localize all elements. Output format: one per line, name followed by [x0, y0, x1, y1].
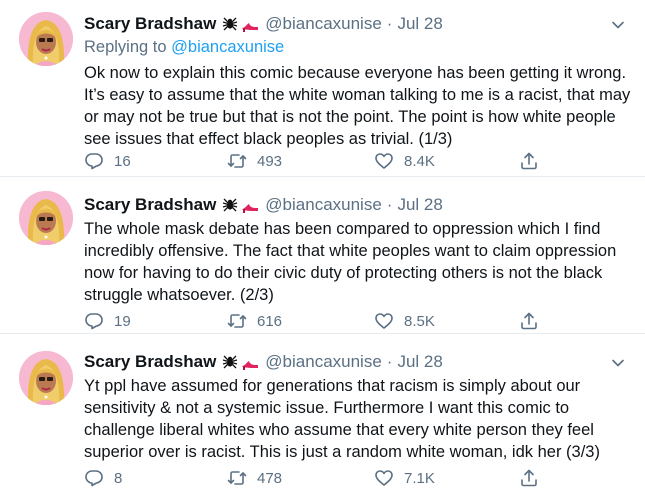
reply-count: 19: [114, 312, 131, 330]
heart-icon: [375, 470, 393, 486]
like-button[interactable]: 8.5K: [374, 311, 435, 331]
reply-button[interactable]: 16: [84, 151, 131, 171]
tweet-actions: 16 493 8.4K: [84, 151, 554, 173]
spider-icon: [223, 355, 238, 369]
spider-icon: [223, 198, 238, 212]
avatar-illustration: [19, 12, 73, 66]
avatar[interactable]: [19, 191, 73, 245]
tweet-actions: 19 616 8.5K: [84, 311, 554, 333]
timestamp[interactable]: Jul 28: [397, 14, 442, 34]
chevron-down-icon[interactable]: [611, 18, 625, 32]
replying-to-label: Replying to: [84, 38, 167, 56]
separator-dot: ·: [386, 352, 393, 371]
like-count: 8.4K: [404, 152, 435, 170]
retweet-count: 493: [257, 152, 283, 170]
high-heel-icon: [242, 204, 259, 213]
replying-to: Replying to @biancaxunise: [84, 38, 284, 57]
separator-dot: ·: [386, 195, 393, 214]
like-button[interactable]: 7.1K: [374, 468, 435, 488]
name-emoji: [221, 196, 259, 214]
name-emoji: [221, 353, 259, 371]
reply-button[interactable]: 8: [84, 468, 122, 488]
tweet[interactable]: Scary Bradshaw @biancaxunise · Jul 28 Yt…: [0, 333, 645, 499]
share-icon: [521, 312, 537, 330]
timestamp[interactable]: Jul 28: [397, 352, 442, 372]
retweet-icon: [227, 154, 247, 168]
chevron-down-icon[interactable]: [611, 356, 625, 370]
tweet-text: The whole mask debate has been compared …: [84, 220, 617, 304]
avatar[interactable]: [19, 351, 73, 405]
heart-icon: [375, 313, 393, 329]
retweet-button[interactable]: 616: [227, 311, 282, 331]
high-heel-icon: [242, 361, 259, 370]
share-icon: [521, 152, 537, 170]
reply-icon: [85, 313, 103, 330]
name-emoji: [221, 15, 259, 33]
retweet-count: 616: [257, 312, 283, 330]
user-handle[interactable]: @biancaxunise: [265, 352, 382, 372]
reply-mention-link[interactable]: @biancaxunise: [171, 38, 284, 56]
tweet-header: Scary Bradshaw @biancaxunise · Jul 28: [84, 351, 443, 373]
heart-icon: [375, 153, 393, 169]
retweet-count: 478: [257, 469, 283, 487]
retweet-button[interactable]: 478: [227, 468, 282, 488]
retweet-icon: [227, 471, 247, 485]
share-icon: [521, 469, 537, 487]
spider-icon: [223, 17, 238, 31]
high-heel-icon: [242, 23, 259, 32]
separator-dot: ·: [386, 14, 393, 33]
user-handle[interactable]: @biancaxunise: [265, 195, 382, 215]
like-count: 8.5K: [404, 312, 435, 330]
retweet-icon: [227, 314, 247, 328]
display-name[interactable]: Scary Bradshaw: [84, 195, 216, 215]
like-button[interactable]: 8.4K: [374, 151, 435, 171]
avatar[interactable]: [19, 12, 73, 66]
timestamp[interactable]: Jul 28: [397, 195, 442, 215]
display-name[interactable]: Scary Bradshaw: [84, 14, 216, 34]
tweet-header: Scary Bradshaw @biancaxunise · Jul 28: [84, 13, 443, 35]
tweet-text: Yt ppl have assumed for generations that…: [84, 377, 600, 461]
avatar-illustration: [19, 191, 73, 245]
tweet-header: Scary Bradshaw @biancaxunise · Jul 28: [84, 194, 443, 216]
user-handle[interactable]: @biancaxunise: [265, 14, 382, 34]
reply-icon: [85, 470, 103, 487]
display-name[interactable]: Scary Bradshaw: [84, 352, 216, 372]
reply-count: 8: [114, 469, 123, 487]
tweet-text: Ok now to explain this comic because eve…: [84, 64, 631, 148]
reply-icon: [85, 153, 103, 170]
reply-button[interactable]: 19: [84, 311, 131, 331]
tweet-actions: 8 478 7.1K: [84, 468, 554, 490]
avatar-illustration: [19, 351, 73, 405]
tweet[interactable]: Scary Bradshaw @biancaxunise · Jul 28 Re…: [0, 0, 645, 170]
share-button[interactable]: [519, 468, 539, 488]
tweet[interactable]: Scary Bradshaw @biancaxunise · Jul 28 Th…: [0, 176, 645, 342]
retweet-button[interactable]: 493: [227, 151, 282, 171]
share-button[interactable]: [519, 151, 539, 171]
reply-count: 16: [114, 152, 131, 170]
share-button[interactable]: [519, 311, 539, 331]
like-count: 7.1K: [404, 469, 435, 487]
